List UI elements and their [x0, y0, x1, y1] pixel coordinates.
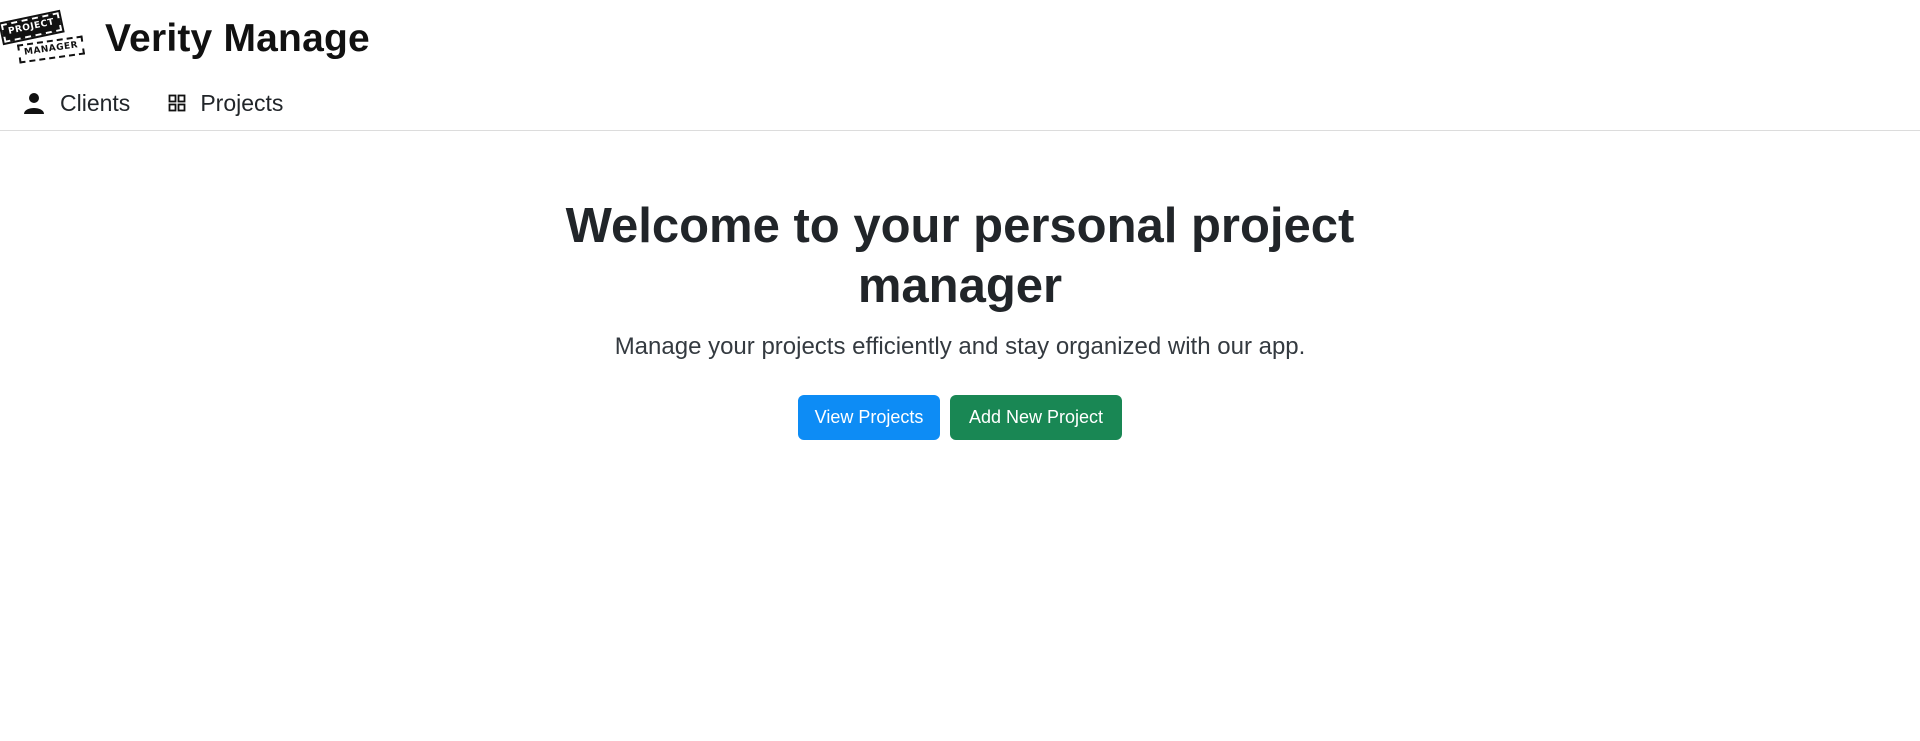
- logo-stamp-bottom: MANAGER: [17, 35, 86, 64]
- app-title: Verity Manage: [105, 17, 370, 60]
- view-projects-button[interactable]: View Projects: [798, 395, 940, 440]
- logo-stamp-top: PROJECT: [0, 8, 65, 47]
- top-navbar: PROJECT MANAGER Verity Manage Clients Pr…: [0, 0, 1920, 131]
- hero-lead: Manage your projects efficiently and sta…: [614, 333, 1306, 360]
- nav-label-clients: Clients: [60, 89, 131, 116]
- hero-heading: Welcome to your personal project manager: [565, 199, 1355, 313]
- nav-label-projects: Projects: [200, 89, 284, 116]
- brand-link[interactable]: PROJECT MANAGER Verity Manage: [0, 6, 370, 72]
- main-nav: Clients Projects: [22, 86, 321, 120]
- hero-section: Welcome to your personal project manager…: [0, 196, 1920, 440]
- nav-item-clients[interactable]: Clients: [22, 90, 130, 117]
- hero-actions: View Projects Add New Project: [0, 395, 1920, 440]
- add-new-project-button[interactable]: Add New Project: [950, 395, 1122, 440]
- nav-item-projects[interactable]: Projects: [168, 90, 283, 117]
- project-manager-logo: PROJECT MANAGER: [0, 6, 86, 72]
- person-icon: [24, 93, 44, 114]
- grid-icon: [168, 94, 186, 112]
